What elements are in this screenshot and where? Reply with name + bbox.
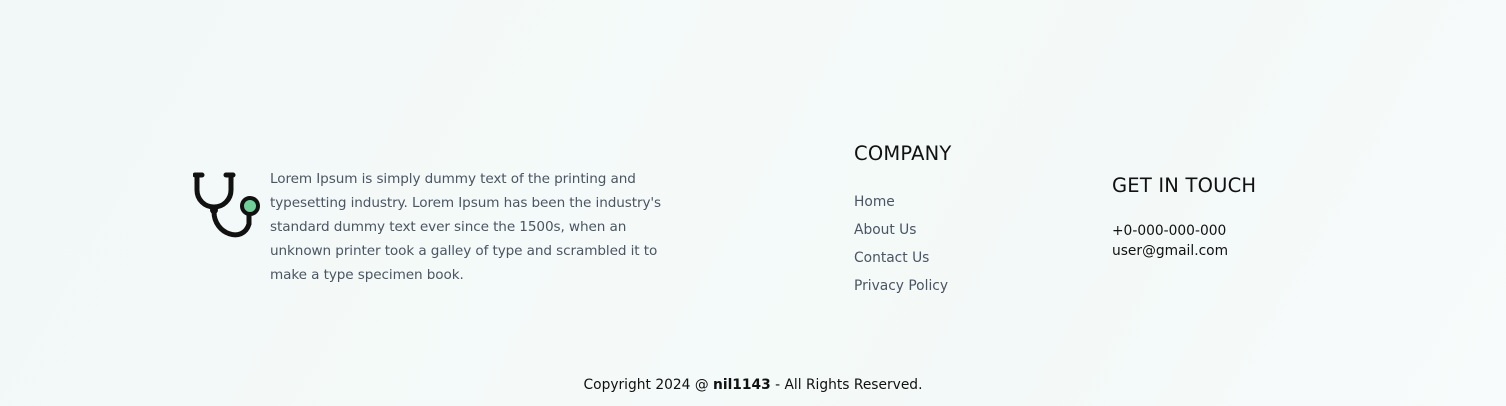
copyright: Copyright 2024 @ nil1143 - All Rights Re… <box>0 377 1506 393</box>
company-links: Home About Us Contact Us Privacy Policy <box>854 188 948 300</box>
copyright-prefix: Copyright 2024 @ <box>583 377 709 393</box>
about-description: Lorem Ipsum is simply dummy text of the … <box>270 171 662 283</box>
copyright-suffix: - All Rights Reserved. <box>775 377 923 393</box>
stethoscope-icon[interactable] <box>192 172 263 244</box>
copyright-brand: nil1143 <box>713 377 771 393</box>
link-contact-us[interactable]: Contact Us <box>854 244 948 272</box>
link-privacy-policy[interactable]: Privacy Policy <box>854 272 948 300</box>
link-about-us[interactable]: About Us <box>854 216 948 244</box>
contact-email[interactable]: user@gmail.com <box>1112 241 1228 261</box>
contact-heading: GET IN TOUCH <box>1112 174 1257 197</box>
contact-phone[interactable]: +0-000-000-000 <box>1112 221 1228 241</box>
footer: Lorem Ipsum is simply dummy text of the … <box>0 0 1506 406</box>
link-home[interactable]: Home <box>854 188 948 216</box>
company-heading: COMPANY <box>854 142 952 165</box>
contact-info: +0-000-000-000 user@gmail.com <box>1112 221 1228 261</box>
